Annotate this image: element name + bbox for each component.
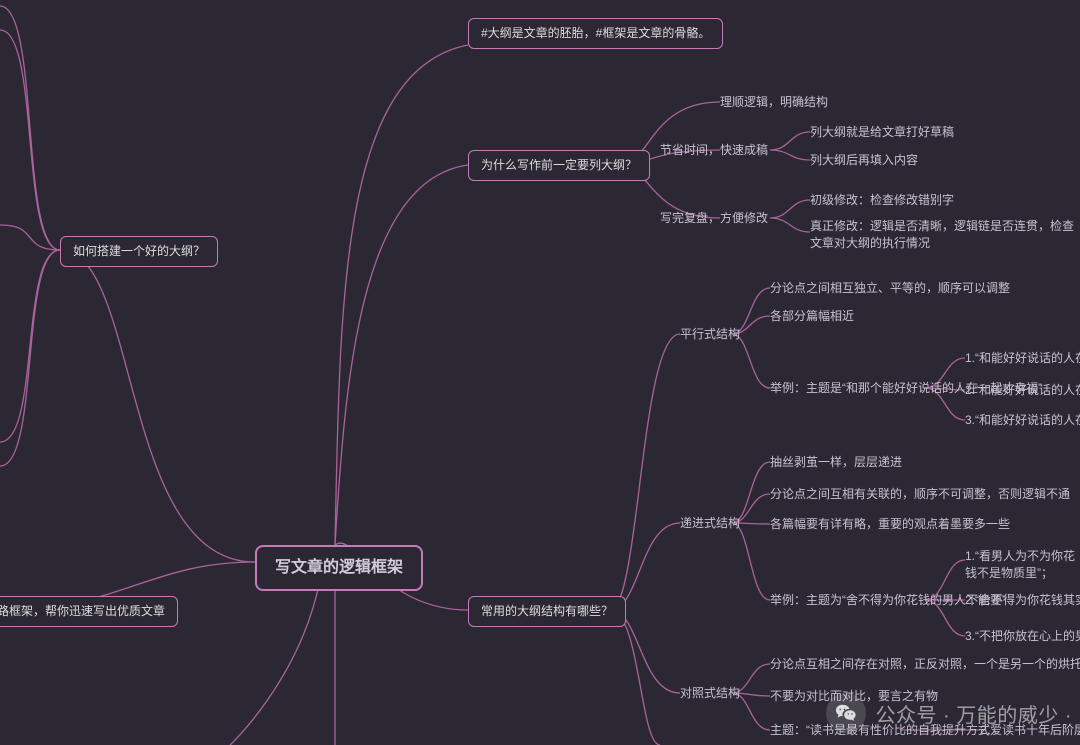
node-why-outline-label: 为什么写作前一定要列大纲？: [481, 158, 637, 172]
progressive-c: 各篇幅要有详有略，重要的观点着墨要多一些: [770, 516, 1010, 533]
why-c2: 真正修改：逻辑是否清晰，逻辑链是否连贯，检查文章对大纲的执行情况: [810, 218, 1076, 252]
node-how-build-outline[interactable]: 如何搭建一个好的大纲？: [60, 236, 218, 267]
why-b: 节省时间，快速成稿: [660, 142, 768, 159]
contrast-name: 对照式结构: [680, 685, 740, 702]
parallel-name: 平行式结构: [680, 326, 740, 343]
parallel-a: 分论点之间相互独立、平等的，顺序可以调整: [770, 280, 1010, 297]
node-framework-pattern-label: 的套路框架，帮你迅速写出优质文章: [0, 604, 165, 618]
why-b2: 列大纲后再填入内容: [810, 152, 918, 169]
contrast-ex1: 2.爱读书十年后阶层跃迁、人: [980, 722, 1080, 739]
parallel-b: 各部分篇幅相近: [770, 308, 854, 325]
root-node[interactable]: 写文章的逻辑框架: [255, 545, 423, 591]
node-framework-pattern[interactable]: 的套路框架，帮你迅速写出优质文章: [0, 596, 178, 627]
progressive-b: 分论点之间互相有关联的，顺序不可调整，否则逻辑不通: [770, 486, 1070, 503]
parallel-ex3: 3.“和能好好说话的人在一起: [965, 412, 1080, 429]
progressive-name: 递进式结构: [680, 515, 740, 532]
progressive-ex2: 2.“舍不得为你花钱其实就是心疼钱: [965, 592, 1080, 609]
progressive-ex3: 3.“不把你放在心上的男人，跟了他: [965, 628, 1080, 645]
why-b1: 列大纲就是给文章打好草稿: [810, 124, 954, 141]
node-how-build-outline-label: 如何搭建一个好的大纲？: [73, 244, 205, 258]
parallel-ex2: 2.“和能好好说话的人在一起: [965, 382, 1080, 399]
node-common-structures-label: 常用的大纲结构有哪些？: [481, 604, 613, 618]
root-label: 写文章的逻辑框架: [275, 559, 403, 576]
contrast-b: 不要为对比而对比，要言之有物: [770, 688, 938, 705]
contrast-ex: 主题：“读书是最有性价比的自我提升方式”: [770, 722, 990, 739]
why-c1: 初级修改：检查修改错别字: [810, 192, 954, 209]
node-why-outline[interactable]: 为什么写作前一定要列大纲？: [468, 150, 650, 181]
progressive-ex1: 1.“看男人为不为你花钱不是物质里”；: [965, 548, 1080, 582]
contrast-a: 分论点互相之间存在对照，正反对照，一个是另一个的烘托论点: [770, 656, 1080, 673]
parallel-ex1: 1.“和能好好说话的人在一起: [965, 350, 1080, 367]
node-tag-metaphor[interactable]: #大纲是文章的胚胎，#框架是文章的骨骼。: [468, 18, 723, 49]
why-a: 理顺逻辑，明确结构: [720, 94, 828, 111]
node-common-structures[interactable]: 常用的大纲结构有哪些？: [468, 596, 626, 627]
node-tag-metaphor-label: #大纲是文章的胚胎，#框架是文章的骨骼。: [481, 26, 710, 40]
progressive-a: 抽丝剥茧一样，层层递进: [770, 454, 902, 471]
why-c: 写完复盘，方便修改: [660, 210, 768, 227]
